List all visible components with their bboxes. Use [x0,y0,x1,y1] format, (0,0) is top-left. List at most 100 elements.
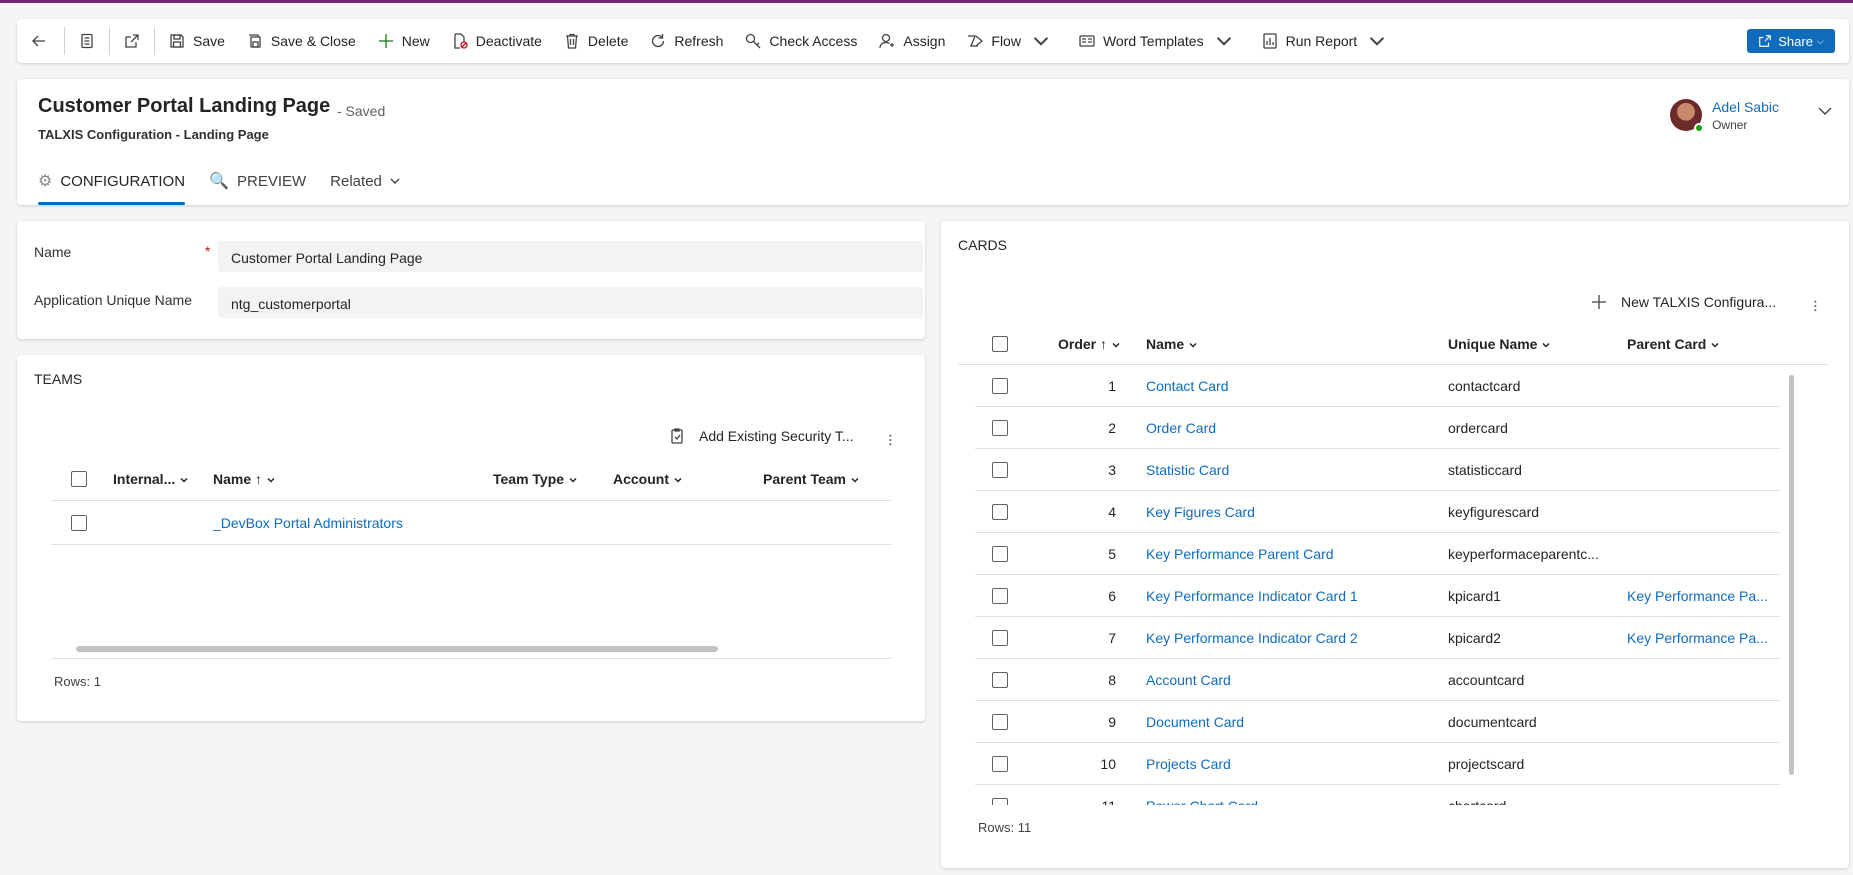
column-header-name[interactable]: Name [1146,336,1448,352]
table-row[interactable]: 1 Contact Card contactcard [975,365,1780,407]
table-row[interactable]: _DevBox Portal Administrators [51,501,891,545]
column-header-order[interactable]: Order ↑ [1058,336,1146,352]
column-header-internal[interactable]: Internal... [113,471,213,487]
row-checkbox[interactable] [992,419,1008,436]
toolbar-divider [64,27,65,55]
parent-card-link[interactable]: Key Performance Pa... [1627,630,1777,646]
table-row[interactable]: 2 Order Card ordercard [975,407,1780,449]
unique-name-field[interactable]: ntg_customerportal [218,287,923,318]
card-name-link[interactable]: Key Performance Indicator Card 1 [1146,588,1448,604]
open-new-window-button[interactable] [113,19,151,63]
record-set-button[interactable] [68,19,106,63]
card-name-link[interactable]: Contact Card [1146,378,1448,394]
column-header-unique-name[interactable]: Unique Name [1448,336,1627,352]
row-checkbox[interactable] [992,503,1008,520]
deactivate-icon [454,33,468,49]
deactivate-button[interactable]: Deactivate [441,19,553,63]
chevron-down-icon[interactable] [1817,103,1833,119]
card-name-link[interactable]: Power Chart Card [1146,798,1448,806]
toolbar-divider [154,27,155,55]
owner-name-link[interactable]: Adel Sabic [1712,99,1779,115]
more-commands-icon[interactable]: ··· [881,433,899,446]
column-header-account[interactable]: Account [613,471,763,487]
card-name-link[interactable]: Statistic Card [1146,462,1448,478]
check-access-button[interactable]: Check Access [734,19,868,63]
parent-card-link[interactable]: Key Performance Pa... [1627,588,1777,604]
back-button[interactable] [17,19,61,63]
more-commands-icon[interactable]: ··· [1806,299,1824,312]
row-checkbox[interactable] [992,755,1008,772]
chevron-down-icon [1216,37,1231,46]
check-access-label: Check Access [769,33,858,49]
save-close-label: Save & Close [270,33,356,49]
table-row[interactable]: 4 Key Figures Card keyfigurescard [975,491,1780,533]
card-name-link[interactable]: Projects Card [1146,756,1448,772]
row-checkbox[interactable] [992,545,1008,562]
save-close-button[interactable]: Save & Close [236,19,367,63]
run-report-button[interactable]: Run Report [1251,19,1405,63]
cards-rows-count: Rows: 11 [978,820,1032,835]
owner-field[interactable]: Adel Sabic Owner [1670,99,1833,133]
word-templates-button[interactable]: Word Templates [1068,19,1251,63]
command-bar: Save Save & Close New Deactivate Delete … [17,19,1849,63]
table-row[interactable]: 5 Key Performance Parent Card keyperformac… [975,533,1780,575]
table-row[interactable]: 11 Power Chart Cardchartcard [975,785,1780,805]
table-row[interactable]: 9 Document Card documentcard [975,701,1780,743]
assign-button[interactable]: Assign [868,19,956,63]
row-checkbox[interactable] [992,377,1008,394]
tab-configuration[interactable]: ⚙ CONFIGURATION [38,161,186,205]
row-checkbox[interactable] [992,629,1008,646]
refresh-button[interactable]: Refresh [639,19,734,63]
owner-role-label: Owner [1712,118,1748,132]
chevron-down-icon [1033,37,1049,46]
column-header-team-type[interactable]: Team Type [493,471,613,487]
deactivate-label: Deactivate [475,33,542,49]
flow-button[interactable]: Flow [956,19,1068,63]
vertical-scrollbar[interactable] [1789,375,1794,775]
team-name-link[interactable]: _DevBox Portal Administrators [213,515,493,531]
select-all-checkbox[interactable] [992,335,1008,352]
chevron-down-icon [1370,37,1385,46]
select-all-checkbox[interactable] [71,470,87,487]
row-checkbox[interactable] [992,797,1008,805]
table-row[interactable]: 3 Statistic Card statisticcard [975,449,1780,491]
save-button[interactable]: Save [158,19,236,63]
save-close-icon [248,34,261,48]
column-header-name[interactable]: Name ↑ [213,471,493,487]
card-name-link[interactable]: Order Card [1146,420,1448,436]
row-checkbox[interactable] [992,713,1008,730]
share-button[interactable]: Share ⌵ [1747,29,1835,53]
cards-section-title: CARDS [958,237,1008,253]
table-row[interactable]: 10 Projects Card projectscard [975,743,1780,785]
card-name-link[interactable]: Document Card [1146,714,1448,730]
card-name-link[interactable]: Key Performance Indicator Card 2 [1146,630,1448,646]
table-row[interactable]: 8 Account Card accountcard [975,659,1780,701]
cell-unique-name: keyfigurescard [1448,503,1540,520]
delete-button[interactable]: Delete [553,19,639,63]
tab-preview[interactable]: 🔍 PREVIEW [209,161,306,201]
column-header-parent-card[interactable]: Parent Card [1627,336,1777,352]
card-name-link[interactable]: Account Card [1146,672,1448,688]
save-icon [170,34,184,48]
row-checkbox[interactable] [71,514,87,531]
table-row[interactable]: 6 Key Performance Indicator Card 1 kpicard… [975,575,1780,617]
new-talxis-configuration-button[interactable]: New TALXIS Configura... [1591,294,1776,310]
name-field[interactable]: Customer Portal Landing Page [218,241,923,272]
document-icon [81,33,93,49]
card-name-link[interactable]: Key Performance Parent Card [1146,546,1448,562]
table-row[interactable]: 7 Key Performance Indicator Card 2 kpicard… [975,617,1780,659]
run-report-label: Run Report [1285,33,1358,49]
general-section: Name * Customer Portal Landing Page Appl… [17,221,925,339]
horizontal-scrollbar[interactable] [76,646,718,652]
row-checkbox[interactable] [992,671,1008,688]
add-existing-team-button[interactable]: Add Existing Security T... [669,428,854,444]
tab-related[interactable]: Related [330,161,400,201]
new-button[interactable]: New [367,19,441,63]
chevron-down-icon [674,477,682,483]
row-checkbox[interactable] [992,461,1008,478]
card-name-link[interactable]: Key Figures Card [1146,504,1448,520]
column-header-parent-team[interactable]: Parent Team [763,471,883,487]
record-header: Customer Portal Landing Page - Saved TAL… [17,79,1849,205]
row-checkbox[interactable] [992,587,1008,604]
cards-grid-body: 1 Contact Card contactcard 2 Order Card order… [975,365,1809,805]
